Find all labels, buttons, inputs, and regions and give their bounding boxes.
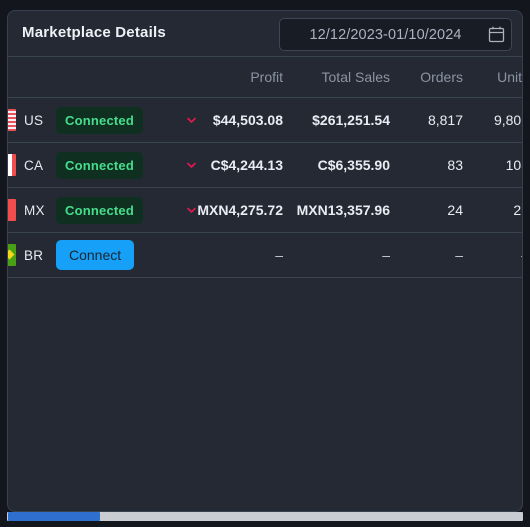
connect-button[interactable]: Connect (56, 240, 135, 270)
marketplace-table: Profit Total Sales Orders Units US Conne… (8, 57, 522, 278)
orders-cell: – (455, 247, 463, 263)
country-code: CA (24, 157, 44, 173)
country-cell: MX (8, 188, 56, 232)
column-header-total-sales: Total Sales (321, 69, 390, 85)
trend-down-icon (185, 204, 198, 217)
total-sales-cell: MXN13,357.96 (296, 202, 390, 218)
profit-cell: MXN4,275.72 (187, 202, 292, 218)
country-cell: US (8, 98, 56, 142)
trend-down-icon (185, 114, 198, 127)
flag-br-icon (8, 244, 16, 266)
table-row[interactable]: MX Connected MXN4,275.72 MXN13,357.96 24… (8, 188, 522, 233)
profit-cell: C$4,244.13 (187, 157, 292, 173)
flag-us-icon (8, 109, 16, 131)
units-cell: 9,802 (493, 112, 522, 128)
marketplace-details-screen: Marketplace Details 12/12/2023-01/10/202… (0, 0, 530, 527)
status-cell: Connected (56, 151, 189, 179)
status-badge: Connected (56, 106, 143, 134)
orders-cell: 8,817 (427, 112, 463, 128)
status-cell: Connected (56, 196, 189, 224)
status-badge: Connected (56, 196, 143, 224)
column-header-units: Units (497, 69, 522, 85)
calendar-icon[interactable] (485, 19, 511, 50)
country-code: US (24, 112, 44, 128)
card-header: Marketplace Details 12/12/2023-01/10/202… (8, 11, 522, 57)
date-range-value[interactable]: 12/12/2023-01/10/2024 (280, 27, 485, 43)
status-cell: Connect (56, 240, 189, 270)
page-title: Marketplace Details (22, 24, 166, 41)
country-code: MX (24, 202, 45, 218)
profit-value: MXN4,275.72 (197, 202, 283, 218)
total-sales-cell: C$6,355.90 (317, 157, 390, 173)
status-badge: Connected (56, 151, 143, 179)
total-sales-cell: $261,251.54 (312, 112, 390, 128)
column-header-orders: Orders (420, 69, 463, 85)
table-header-row: Profit Total Sales Orders Units (8, 57, 522, 98)
orders-cell: 24 (447, 202, 463, 218)
units-cell: – (472, 247, 522, 263)
country-cell: BR (8, 233, 56, 277)
table-row[interactable]: BR Connect – – – – (8, 233, 522, 278)
trend-down-icon (185, 159, 198, 172)
country-code: BR (24, 247, 44, 263)
profit-cell: $44,503.08 (187, 112, 292, 128)
orders-cell: 83 (447, 157, 463, 173)
flag-mx-icon (8, 199, 16, 221)
units-cell: 103 (505, 157, 522, 173)
flag-ca-icon (8, 154, 16, 176)
table-row[interactable]: US Connected $44,503.08 $261,251.54 8,81… (8, 98, 522, 143)
horizontal-scrollbar-thumb[interactable] (8, 512, 100, 521)
marketplace-details-card: Marketplace Details 12/12/2023-01/10/202… (7, 10, 523, 512)
profit-value: C$4,244.13 (210, 157, 283, 173)
profit-cell: – (275, 247, 283, 263)
units-cell: 26 (513, 202, 522, 218)
status-cell: Connected (56, 106, 189, 134)
date-range-picker[interactable]: 12/12/2023-01/10/2024 (279, 18, 512, 51)
horizontal-scrollbar[interactable] (7, 512, 523, 521)
profit-value: $44,503.08 (212, 112, 283, 128)
country-cell: CA (8, 143, 56, 187)
header-country-cell (8, 57, 56, 97)
total-sales-cell: – (382, 247, 390, 263)
column-header-profit: Profit (250, 69, 283, 85)
table-row[interactable]: CA Connected C$4,244.13 C$6,355.90 83 10… (8, 143, 522, 188)
